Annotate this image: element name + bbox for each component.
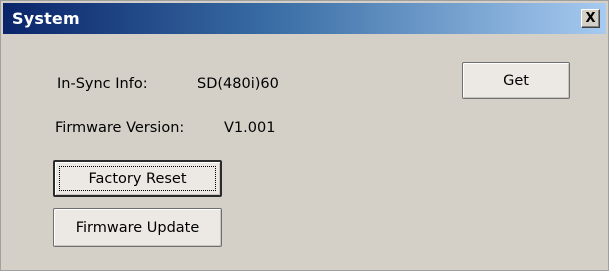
- firmware-update-button-label: Firmware Update: [75, 219, 200, 236]
- firmware-version-label: Firmware Version:: [55, 120, 185, 136]
- insync-info-label: In-Sync Info:: [57, 76, 148, 92]
- factory-reset-button-label: Factory Reset: [88, 170, 187, 187]
- firmware-version-value: V1.001: [224, 120, 276, 136]
- get-button-label: Get: [503, 72, 529, 89]
- get-button[interactable]: Get: [462, 62, 570, 99]
- insync-info-value: SD(480i)60: [197, 76, 279, 92]
- title-bar[interactable]: System X: [3, 3, 606, 34]
- system-dialog: System X In-Sync Info: SD(480i)60 Firmwa…: [0, 0, 609, 271]
- close-icon: X: [585, 11, 596, 26]
- firmware-update-button[interactable]: Firmware Update: [53, 208, 222, 247]
- close-button[interactable]: X: [581, 9, 600, 28]
- factory-reset-button[interactable]: Factory Reset: [53, 160, 222, 197]
- window-title: System: [12, 9, 80, 28]
